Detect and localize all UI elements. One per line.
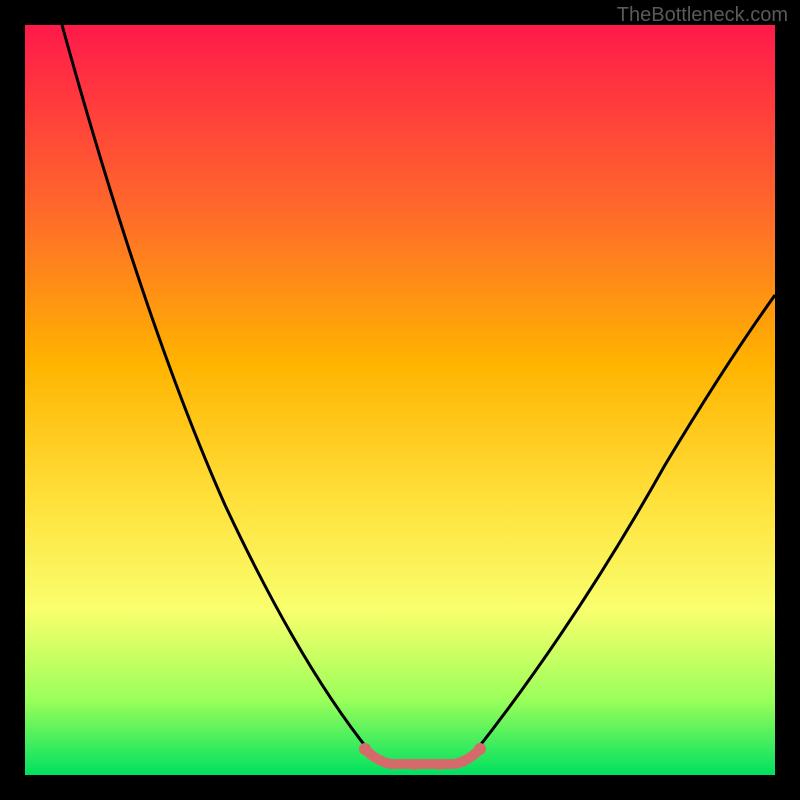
highlight-dot — [359, 743, 371, 755]
highlight-dot — [385, 759, 395, 769]
bottleneck-chart — [25, 25, 775, 775]
watermark-text: TheBottleneck.com — [617, 4, 788, 27]
highlight-dot — [474, 743, 486, 755]
highlight-dot — [435, 760, 445, 770]
gradient-background — [25, 25, 775, 775]
highlight-dot — [410, 760, 420, 770]
highlight-dot — [458, 757, 468, 767]
